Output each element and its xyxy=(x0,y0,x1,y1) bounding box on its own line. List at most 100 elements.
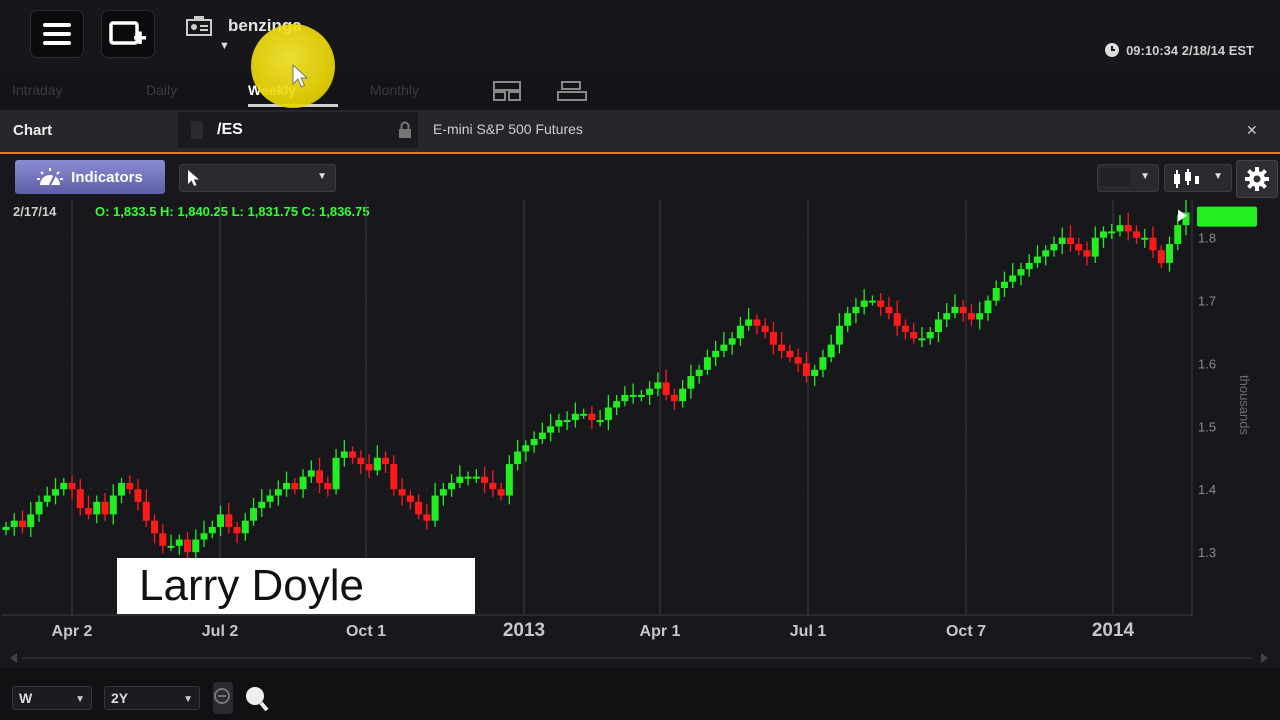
candle-body xyxy=(794,357,802,364)
candle-body xyxy=(365,464,373,471)
candle-body xyxy=(522,445,530,452)
candle-body xyxy=(695,369,703,377)
candle-body xyxy=(142,501,150,521)
symbol-input[interactable] xyxy=(178,112,418,148)
scroll-right-icon[interactable] xyxy=(1258,652,1270,664)
candle-body xyxy=(802,363,810,377)
candle-body xyxy=(992,288,1000,301)
candle-body xyxy=(217,514,225,527)
candle-body xyxy=(778,344,786,351)
lock-icon[interactable] xyxy=(397,121,413,139)
candle-body xyxy=(406,495,414,502)
candle-body xyxy=(1165,244,1173,263)
candle-body xyxy=(373,457,381,471)
stack-layout-icon[interactable] xyxy=(556,80,588,102)
candle-body xyxy=(943,313,951,320)
chevron-down-icon: ▼ xyxy=(317,171,327,182)
candle-body xyxy=(588,413,596,421)
candle-body xyxy=(580,413,588,416)
y-axis-label: thousands xyxy=(1237,375,1252,435)
candle-body xyxy=(241,520,249,534)
candle-body xyxy=(35,501,43,515)
range-select[interactable]: 2Y ▼ xyxy=(104,686,200,710)
chevron-down-icon: ▼ xyxy=(183,694,193,705)
candle-body xyxy=(1157,250,1165,263)
indicators-icon xyxy=(37,168,64,186)
interval-value: W xyxy=(19,690,33,706)
candle-body xyxy=(332,457,340,490)
candle-body xyxy=(703,357,711,370)
candle-body xyxy=(448,482,456,490)
indicators-button[interactable]: Indicators xyxy=(15,160,165,194)
candle-body xyxy=(1009,275,1017,282)
candle-body xyxy=(753,319,761,326)
clock: 09:10:34 2/18/14 EST xyxy=(1104,42,1254,58)
x-tick-label: Apr 2 xyxy=(52,623,93,640)
zoom-in-icon[interactable] xyxy=(241,682,271,714)
pointer-icon xyxy=(188,170,199,186)
tab-daily[interactable]: Daily xyxy=(146,82,177,98)
candle-body xyxy=(167,545,175,548)
candle-body xyxy=(52,489,60,496)
candle-body xyxy=(934,319,942,333)
timeframe-tabs xyxy=(0,72,1280,111)
candle-body xyxy=(893,313,901,326)
range-value: 2Y xyxy=(111,690,129,706)
user-card-icon xyxy=(186,16,212,36)
candle-body xyxy=(910,332,918,339)
candle-body xyxy=(1050,244,1058,251)
candle-body xyxy=(423,514,431,521)
menu-button[interactable] xyxy=(30,10,84,58)
chart-style-select[interactable]: ▼ xyxy=(1097,164,1159,192)
x-tick-label: Oct 7 xyxy=(946,623,986,640)
candle-body xyxy=(885,306,893,314)
candle-body xyxy=(299,476,307,490)
candle-body xyxy=(357,457,365,465)
tab-monthly[interactable]: Monthly xyxy=(370,82,419,98)
candle-body xyxy=(464,476,472,479)
candle-body xyxy=(1141,237,1149,240)
candle-body xyxy=(1000,281,1008,289)
x-tick-label: Jul 2 xyxy=(202,623,239,640)
clock-icon xyxy=(1105,43,1120,57)
tab-intraday[interactable]: Intraday xyxy=(12,82,63,98)
candle-body xyxy=(225,514,233,527)
account-dropdown-icon[interactable]: ▼ xyxy=(219,40,230,52)
chart-settings-button[interactable] xyxy=(1236,160,1278,198)
candle-body xyxy=(951,306,959,314)
candle-body xyxy=(472,476,480,479)
layout-icon[interactable] xyxy=(492,80,522,102)
candle-body xyxy=(1132,231,1140,238)
close-icon[interactable]: ✕ xyxy=(1246,122,1258,139)
candle-type-select[interactable]: ▼ xyxy=(1164,164,1232,192)
candle-body xyxy=(745,319,753,326)
scroll-left-icon[interactable] xyxy=(8,652,20,664)
y-tick-label: 1.4 xyxy=(1198,482,1216,497)
interval-select[interactable]: W ▼ xyxy=(12,686,92,710)
candle-body xyxy=(844,313,852,326)
candle-body xyxy=(976,313,984,320)
candle-body xyxy=(415,501,423,515)
candle-body xyxy=(563,420,571,423)
candle-body xyxy=(10,520,18,527)
candle-body xyxy=(1149,237,1157,251)
zoom-out-icon[interactable] xyxy=(209,682,237,714)
candle-body xyxy=(76,489,84,509)
candle-body xyxy=(712,350,720,358)
x-tick-label: 2014 xyxy=(1092,620,1135,641)
candle-body xyxy=(769,332,777,345)
horizontal-scrollbar[interactable] xyxy=(22,657,1252,659)
candle-body xyxy=(1025,262,1033,270)
new-window-button[interactable] xyxy=(101,10,155,58)
candle-body xyxy=(316,470,324,483)
candle-body xyxy=(27,514,35,527)
candle-body xyxy=(868,300,876,303)
cursor-tool-select[interactable]: ▼ xyxy=(179,164,336,192)
candle-body xyxy=(654,382,662,389)
candle-body xyxy=(761,325,769,333)
candle-body xyxy=(1058,237,1066,245)
candle-body xyxy=(918,338,926,341)
x-tick-label: Oct 1 xyxy=(346,623,386,640)
candle-body xyxy=(481,476,489,483)
candle-body xyxy=(307,470,315,477)
